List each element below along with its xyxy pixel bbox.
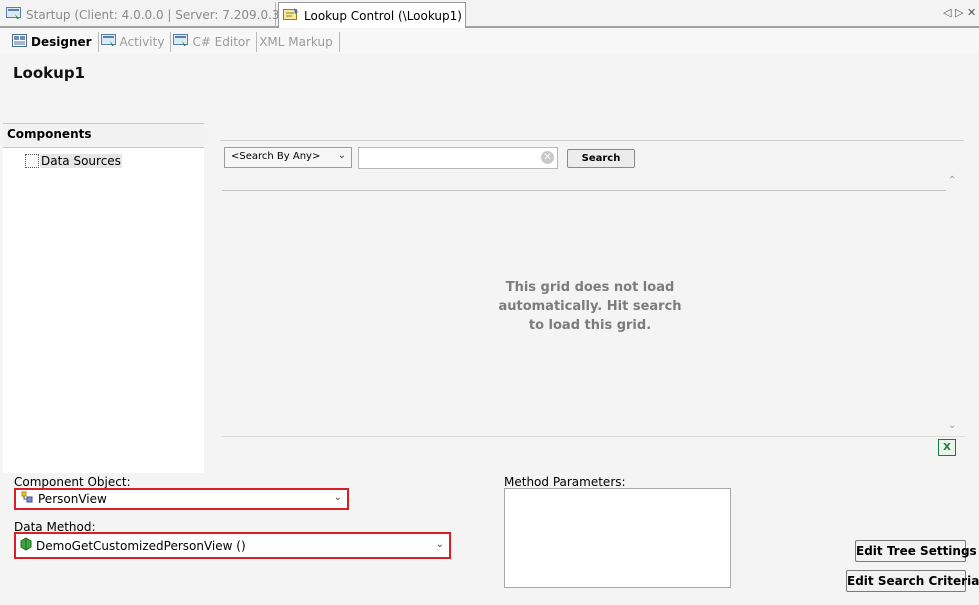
activity-icon [100,34,116,50]
selection-box-icon [25,154,39,168]
scroll-up-icon[interactable]: ⌃ [948,175,956,186]
tab-xml-markup-label: XML Markup [259,35,333,49]
tab-startup-label: Startup (Client: 4.0.0.0 | Server: 7.209… [26,7,315,22]
method-icon [20,537,32,554]
scroll-tabs-right-icon[interactable]: ▷ [955,6,963,19]
component-object-icon [20,491,34,507]
search-by-value: <Search By Any> [231,151,321,162]
component-object-value: PersonView [38,492,107,506]
lookup-control-icon [283,7,299,24]
search-by-dropdown[interactable]: <Search By Any> ⌄ [224,147,352,168]
designer-icon [12,34,27,50]
scroll-tabs-left-icon[interactable]: ◁ [943,6,951,19]
page-title: Lookup1 [13,64,85,82]
tab-activity[interactable]: Activity [99,32,172,52]
document-tab-strip: Startup (Client: 4.0.0.0 | Server: 7.209… [0,0,979,28]
search-button[interactable]: Search [567,149,635,168]
tab-lookup-label: Lookup Control (\Lookup1) [304,8,462,23]
method-parameters-list[interactable] [504,488,731,588]
designer-tab-strip: Designer Activity C# Editor XML Markup [0,30,979,54]
close-tab-icon[interactable]: ✕ [967,6,976,19]
grid-footer-divider [222,436,966,437]
tab-designer-label: Designer [31,35,92,49]
edit-tree-settings-button[interactable]: Edit Tree Settings [855,540,977,562]
data-method-dropdown[interactable]: DemoGetCustomizedPersonView () ⌄ [14,532,451,559]
tab-activity-label: Activity [119,35,165,49]
component-object-label: Component Object: [14,475,131,489]
tab-designer[interactable]: Designer [10,32,99,52]
tab-xml-markup[interactable]: XML Markup [257,32,340,52]
clear-search-icon[interactable]: ✕ [541,151,554,164]
components-panel: Components Data Sources [3,123,204,473]
components-header: Components [3,124,204,148]
grid-preview: <Search By Any> ⌄ ✕ Search ⌃ This grid d… [220,140,966,458]
chevron-down-icon: ⌄ [435,539,444,550]
component-object-dropdown[interactable]: PersonView ⌄ [14,488,349,510]
startup-page-icon [6,6,21,23]
tree-item-data-sources[interactable]: Data Sources [25,154,122,168]
tab-startup[interactable]: Startup (Client: 4.0.0.0 | Server: 7.209… [2,2,315,27]
tab-csharp-editor[interactable]: C# Editor [171,32,258,52]
tab-csharp-editor-label: C# Editor [192,35,251,49]
tab-lookup-control[interactable]: Lookup Control (\Lookup1) [278,2,466,28]
data-method-value: DemoGetCustomizedPersonView () [36,538,246,553]
grid-empty-message: This grid does not load automatically. H… [498,280,682,333]
tree-item-label: Data Sources [40,154,122,168]
grid-header-divider [222,190,946,191]
method-parameters-label: Method Parameters: [504,475,626,489]
chevron-down-icon: ⌄ [337,150,346,161]
scroll-down-icon[interactable]: ⌄ [948,420,956,431]
search-input[interactable]: ✕ [358,147,558,169]
excel-export-icon[interactable]: X [938,439,956,456]
csharp-editor-icon [173,34,189,50]
edit-search-criteria-button[interactable]: Edit Search Criteria [846,570,979,592]
search-bar: <Search By Any> ⌄ ✕ Search [220,140,964,172]
chevron-down-icon: ⌄ [333,492,342,503]
